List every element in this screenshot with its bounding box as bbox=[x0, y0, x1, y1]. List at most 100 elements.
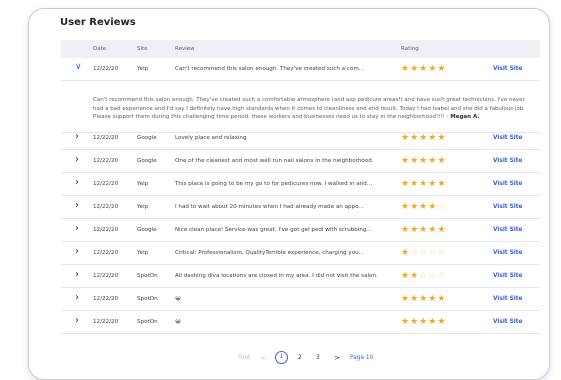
row-site: SpotOn bbox=[137, 296, 158, 302]
row-date: 12/22/20 bbox=[93, 181, 119, 187]
star-filled-icon: ★ bbox=[401, 64, 411, 74]
row-site: Google bbox=[137, 158, 157, 164]
row-site: Yelp bbox=[137, 66, 149, 72]
star-filled-icon: ★ bbox=[401, 179, 411, 189]
star-empty-icon: ☆ bbox=[437, 248, 447, 258]
star-filled-icon: ★ bbox=[410, 271, 420, 281]
pagination-page-3[interactable]: 3 bbox=[316, 355, 320, 361]
table-row[interactable]: › 12/22/20 Google Nice clean place! Service… bbox=[61, 219, 540, 242]
panel-title: User Reviews bbox=[60, 17, 136, 28]
pagination-page-1[interactable]: 1 bbox=[275, 351, 288, 364]
visit-site-link[interactable]: Visit Site bbox=[493, 66, 522, 72]
star-filled-icon: ★ bbox=[410, 202, 420, 212]
star-filled-icon: ★ bbox=[428, 225, 438, 235]
chevron-right-icon[interactable]: › bbox=[75, 155, 79, 165]
star-filled-icon: ★ bbox=[428, 202, 438, 212]
row-review: I had to wait about 20 minutes when I ha… bbox=[175, 204, 364, 210]
chevron-right-icon[interactable]: › bbox=[75, 178, 79, 188]
star-filled-icon: ★ bbox=[419, 317, 429, 327]
table-row[interactable]: › 12/22/20 Yelp Critical: Professionalism, … bbox=[61, 242, 540, 265]
star-filled-icon: ★ bbox=[437, 317, 447, 327]
table-row[interactable]: ∨ 12/22/20 Yelp Can't recommend this salon … bbox=[61, 58, 540, 81]
chevron-down-icon[interactable]: ∨ bbox=[75, 62, 82, 72]
table-row[interactable]: › 12/22/20 Google One of the cleanest and m… bbox=[61, 150, 540, 173]
row-date: 12/22/20 bbox=[93, 273, 119, 279]
star-filled-icon: ★ bbox=[419, 225, 429, 235]
row-review: All dashing diva locations are closed in… bbox=[175, 273, 378, 279]
expanded-review-text: Can't recommend this salon enough. They'… bbox=[93, 97, 526, 121]
star-filled-icon: ★ bbox=[419, 202, 429, 212]
pagination-last[interactable]: Page 10 bbox=[350, 355, 373, 361]
row-rating: ★☆☆☆☆ bbox=[401, 248, 446, 258]
star-empty-icon: ☆ bbox=[410, 248, 420, 258]
star-filled-icon: ★ bbox=[428, 317, 438, 327]
star-filled-icon: ★ bbox=[410, 179, 420, 189]
star-filled-icon: ★ bbox=[428, 133, 438, 143]
star-filled-icon: ★ bbox=[401, 202, 411, 212]
star-empty-icon: ☆ bbox=[419, 248, 429, 258]
row-site: SpotOn bbox=[137, 319, 158, 325]
column-header-review: Review bbox=[175, 46, 195, 52]
star-filled-icon: ★ bbox=[437, 179, 447, 189]
row-rating: ★★★★★ bbox=[401, 317, 446, 327]
table-row[interactable]: › 12/22/20 Yelp I had to wait about 20 minu… bbox=[61, 196, 540, 219]
visit-site-link[interactable]: Visit Site bbox=[493, 135, 522, 141]
visit-site-link[interactable]: Visit Site bbox=[493, 296, 522, 302]
star-filled-icon: ★ bbox=[410, 317, 420, 327]
star-filled-icon: ★ bbox=[428, 294, 438, 304]
star-filled-icon: ★ bbox=[401, 225, 411, 235]
pagination-prev-icon[interactable]: < bbox=[260, 354, 266, 362]
visit-site-link[interactable]: Visit Site bbox=[493, 273, 522, 279]
visit-site-link[interactable]: Visit Site bbox=[493, 227, 522, 233]
chevron-right-icon[interactable]: › bbox=[75, 132, 79, 142]
column-header-rating: Rating bbox=[401, 46, 419, 52]
star-filled-icon: ★ bbox=[419, 133, 429, 143]
row-site: SpotOn bbox=[137, 273, 158, 279]
table-row[interactable]: › 12/22/20 Yelp This place is going to be m… bbox=[61, 173, 540, 196]
row-review: Can't recommend this salon enough. They'… bbox=[175, 66, 365, 72]
row-rating: ★★★★☆ bbox=[401, 202, 446, 212]
pagination-first[interactable]: First bbox=[238, 355, 250, 361]
row-date: 12/22/20 bbox=[93, 135, 119, 141]
table-row[interactable]: › 12/22/20 SpotOn 😀 ★★★★★ Visit Site bbox=[61, 288, 540, 311]
visit-site-link[interactable]: Visit Site bbox=[493, 250, 522, 256]
star-filled-icon: ★ bbox=[401, 294, 411, 304]
table-row[interactable]: › 12/22/20 SpotOn All dashing diva location… bbox=[61, 265, 540, 288]
row-date: 12/22/20 bbox=[93, 250, 119, 256]
chevron-right-icon[interactable]: › bbox=[75, 201, 79, 211]
star-filled-icon: ★ bbox=[437, 225, 447, 235]
star-filled-icon: ★ bbox=[410, 133, 420, 143]
pagination-page-2[interactable]: 2 bbox=[298, 355, 302, 361]
star-empty-icon: ☆ bbox=[437, 271, 447, 281]
visit-site-link[interactable]: Visit Site bbox=[493, 158, 522, 164]
row-rating: ★★★★★ bbox=[401, 156, 446, 166]
visit-site-link[interactable]: Visit Site bbox=[493, 204, 522, 210]
row-rating: ★★★★★ bbox=[401, 133, 446, 143]
star-empty-icon: ☆ bbox=[428, 248, 438, 258]
star-filled-icon: ★ bbox=[437, 133, 447, 143]
star-filled-icon: ★ bbox=[428, 179, 438, 189]
row-review: Critical: Professionalism, QualityTerrib… bbox=[175, 250, 364, 256]
visit-site-link[interactable]: Visit Site bbox=[493, 319, 522, 325]
pagination-next-icon[interactable]: > bbox=[334, 354, 340, 362]
chevron-right-icon[interactable]: › bbox=[75, 270, 79, 280]
chevron-right-icon[interactable]: › bbox=[75, 247, 79, 257]
star-filled-icon: ★ bbox=[419, 179, 429, 189]
star-filled-icon: ★ bbox=[401, 271, 411, 281]
visit-site-link[interactable]: Visit Site bbox=[493, 181, 522, 187]
chevron-right-icon[interactable]: › bbox=[75, 293, 79, 303]
star-filled-icon: ★ bbox=[419, 294, 429, 304]
row-review: Lovely place and relaxing bbox=[175, 135, 247, 141]
table-row[interactable]: › 12/22/20 SpotOn 😀 ★★★★★ Visit Site bbox=[61, 311, 540, 334]
row-rating: ★★★★★ bbox=[401, 225, 446, 235]
row-site: Google bbox=[137, 227, 157, 233]
star-filled-icon: ★ bbox=[428, 64, 438, 74]
row-date: 12/22/20 bbox=[93, 227, 119, 233]
row-rating: ★★☆☆☆ bbox=[401, 271, 446, 281]
star-filled-icon: ★ bbox=[437, 294, 447, 304]
row-rating: ★★★★★ bbox=[401, 64, 446, 74]
chevron-right-icon[interactable]: › bbox=[75, 316, 79, 326]
star-filled-icon: ★ bbox=[419, 64, 429, 74]
chevron-right-icon[interactable]: › bbox=[75, 224, 79, 234]
row-date: 12/22/20 bbox=[93, 158, 119, 164]
